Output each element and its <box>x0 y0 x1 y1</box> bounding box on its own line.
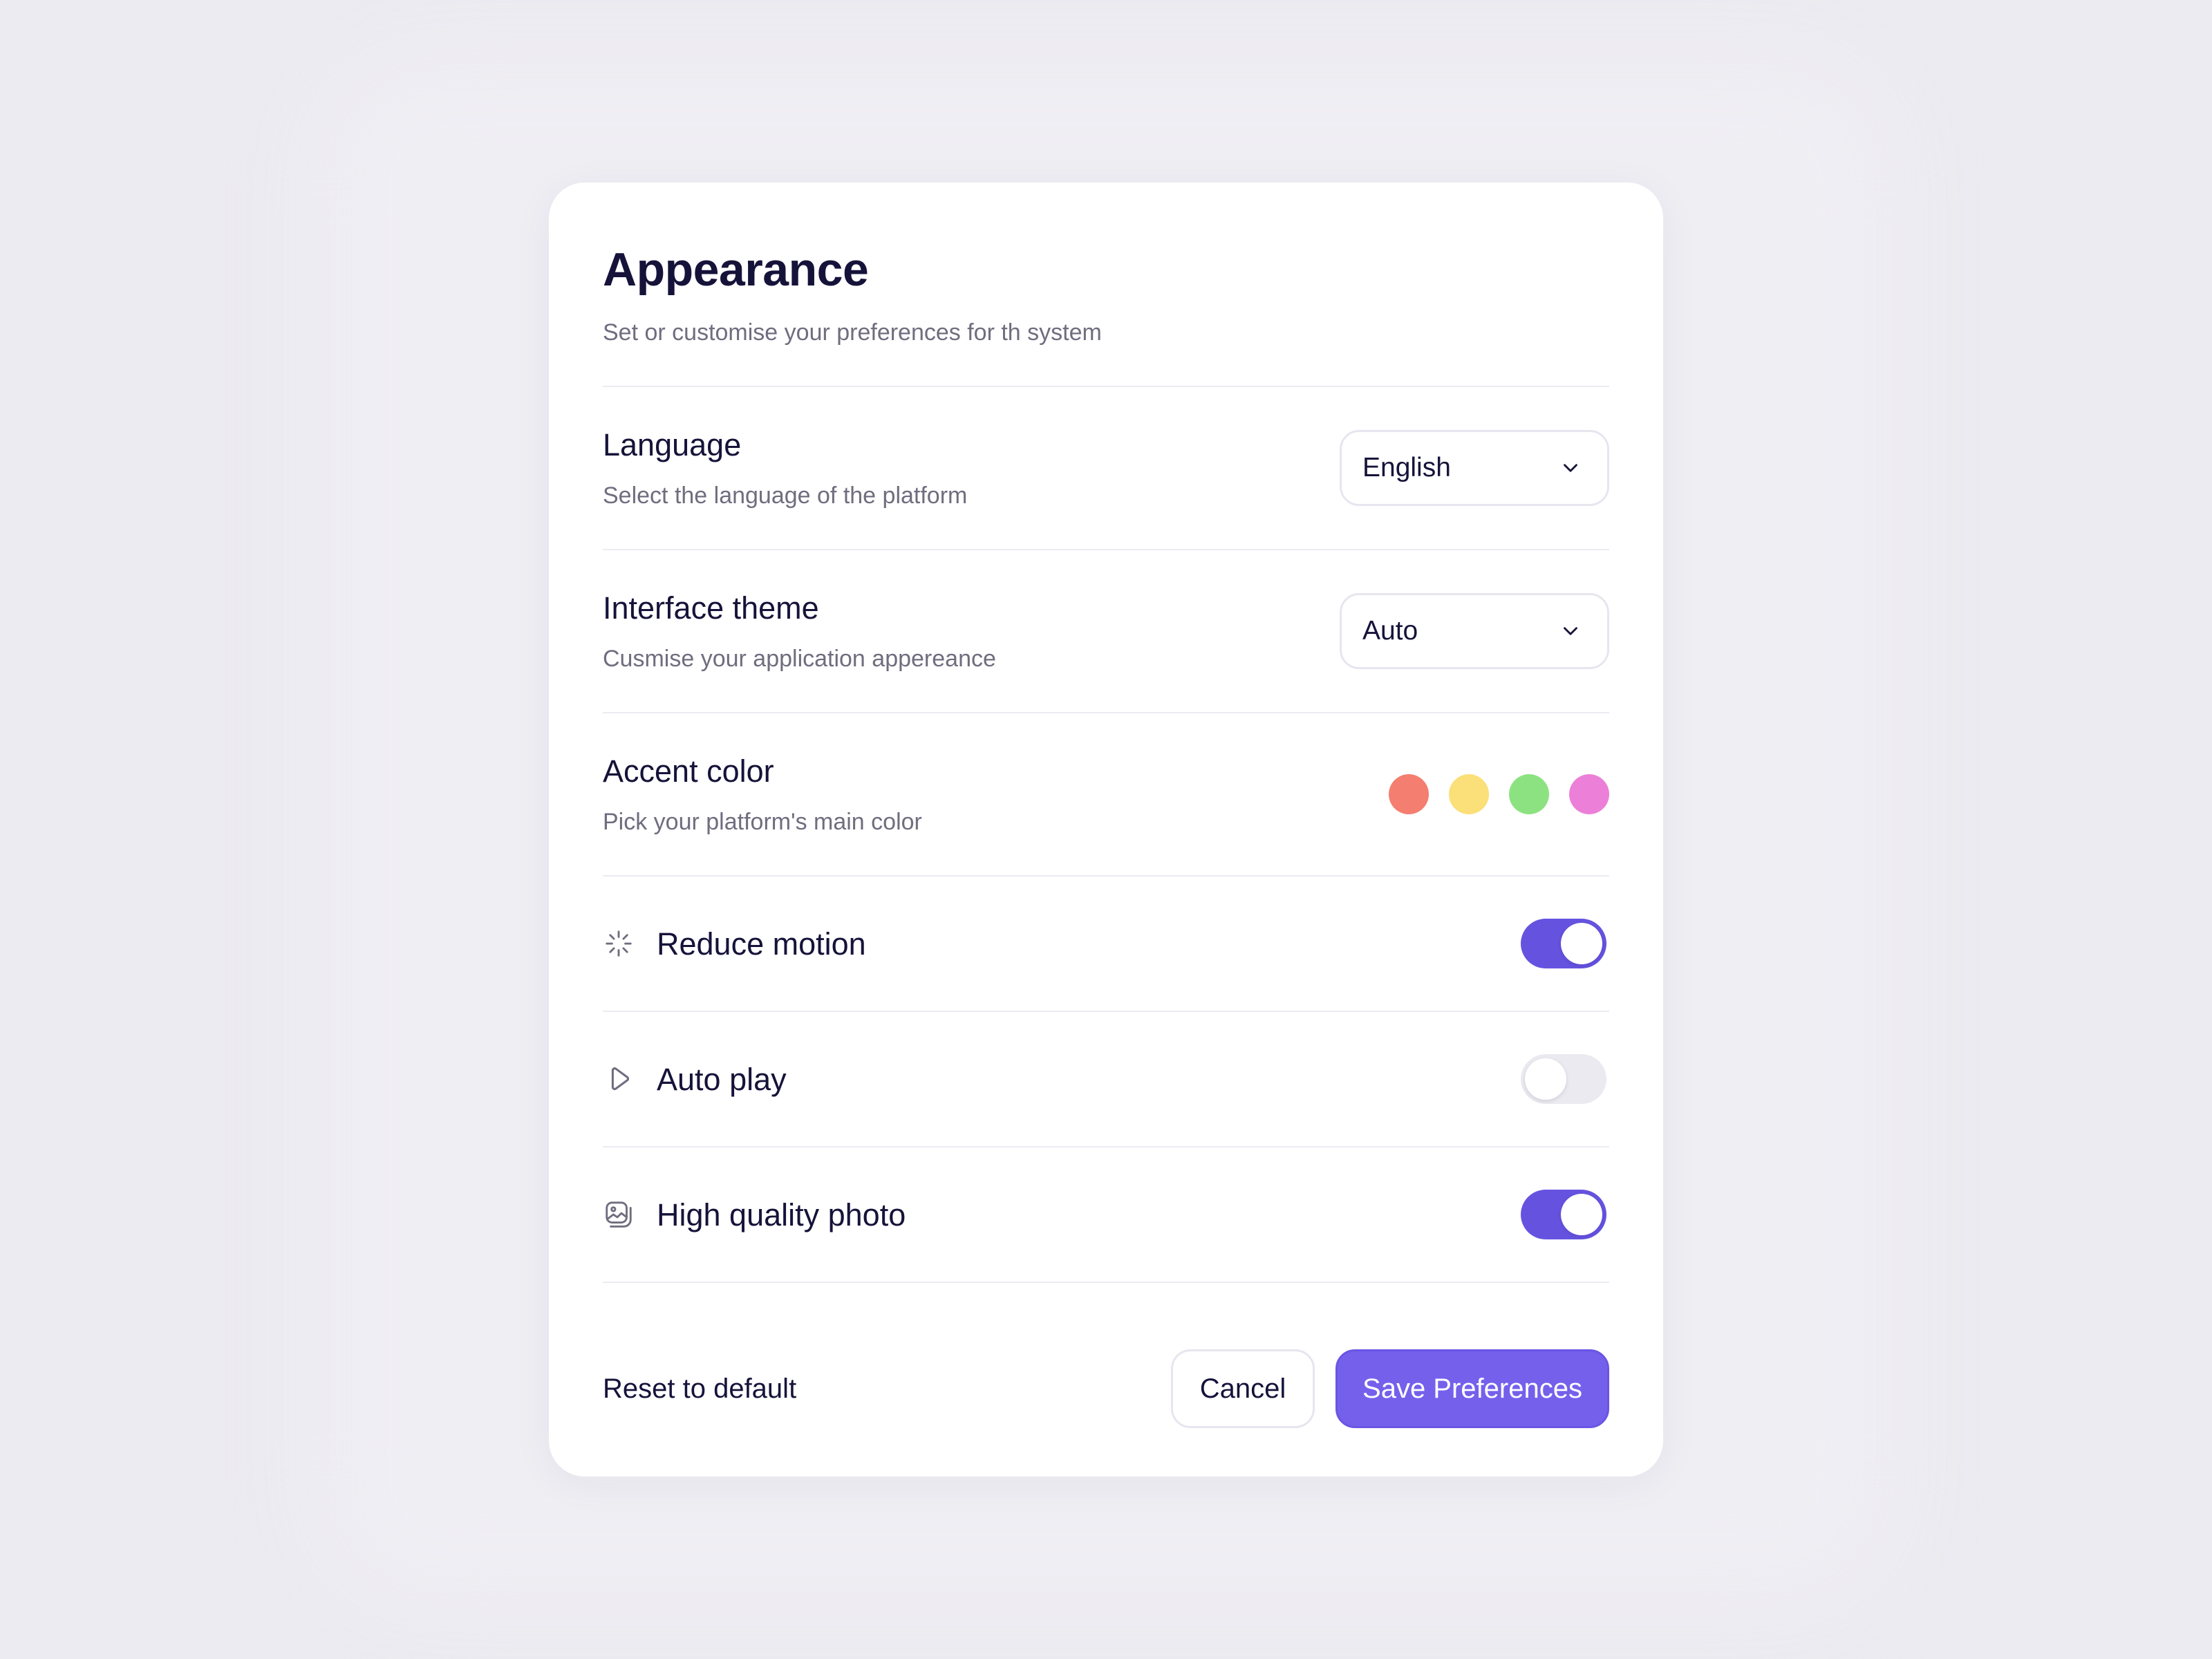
accent-swatches <box>1389 774 1609 814</box>
theme-select-value: Auto <box>1362 616 1418 646</box>
toggle-knob <box>1561 923 1602 964</box>
language-select-value: English <box>1362 453 1451 482</box>
language-select[interactable]: English <box>1340 430 1609 506</box>
chevron-down-icon <box>1564 464 1577 472</box>
divider <box>603 1282 1609 1283</box>
reduce-motion-setting: Reduce motion <box>603 877 1609 1011</box>
language-setting: Language Select the language of the plat… <box>603 387 1609 549</box>
reset-to-default-link[interactable]: Reset to default <box>603 1374 796 1405</box>
theme-description: Cusmise your application appereance <box>603 645 996 672</box>
accent-text: Accent color Pick your platform's main c… <box>603 756 922 834</box>
auto-play-label: Auto play <box>657 1061 787 1097</box>
save-preferences-button[interactable]: Save Preferences <box>1335 1349 1609 1428</box>
play-icon <box>603 1063 635 1095</box>
high-quality-photo-setting: High quality photo <box>603 1147 1609 1282</box>
chevron-down-icon <box>1564 627 1577 635</box>
reduce-motion-toggle[interactable] <box>1521 919 1606 968</box>
language-label: Language <box>603 427 742 462</box>
high-quality-photo-toggle[interactable] <box>1521 1190 1606 1239</box>
auto-play-setting: Auto play <box>603 1012 1609 1146</box>
footer-actions: Reset to default Cancel Save Preferences <box>603 1349 1609 1428</box>
cancel-button[interactable]: Cancel <box>1171 1349 1315 1428</box>
accent-label: Accent color <box>603 753 774 789</box>
swatch-pink[interactable] <box>1569 774 1609 814</box>
swatch-yellow[interactable] <box>1449 774 1489 814</box>
reduce-motion-label: Reduce motion <box>657 926 866 962</box>
theme-label: Interface theme <box>603 590 819 626</box>
page-title: Appearance <box>603 243 869 296</box>
accent-color-setting: Accent color Pick your platform's main c… <box>603 713 1609 875</box>
toggle-knob <box>1525 1058 1566 1100</box>
theme-text: Interface theme Cusmise your application… <box>603 592 996 671</box>
appearance-settings-card: Appearance Set or customise your prefere… <box>549 182 1663 1477</box>
theme-select[interactable]: Auto <box>1340 593 1609 669</box>
swatch-green[interactable] <box>1509 774 1549 814</box>
image-icon <box>603 1199 635 1230</box>
page-subtitle: Set or customise your preferences for th… <box>603 319 1102 346</box>
auto-play-toggle[interactable] <box>1521 1054 1606 1104</box>
loader-icon <box>603 928 635 959</box>
swatch-red[interactable] <box>1389 774 1429 814</box>
toggle-knob <box>1561 1194 1602 1235</box>
theme-setting: Interface theme Cusmise your application… <box>603 550 1609 712</box>
accent-description: Pick your platform's main color <box>603 808 922 835</box>
language-text: Language Select the language of the plat… <box>603 429 967 507</box>
action-buttons: Cancel Save Preferences <box>1171 1349 1609 1428</box>
high-quality-photo-label: High quality photo <box>657 1197 906 1232</box>
language-description: Select the language of the platform <box>603 482 968 509</box>
